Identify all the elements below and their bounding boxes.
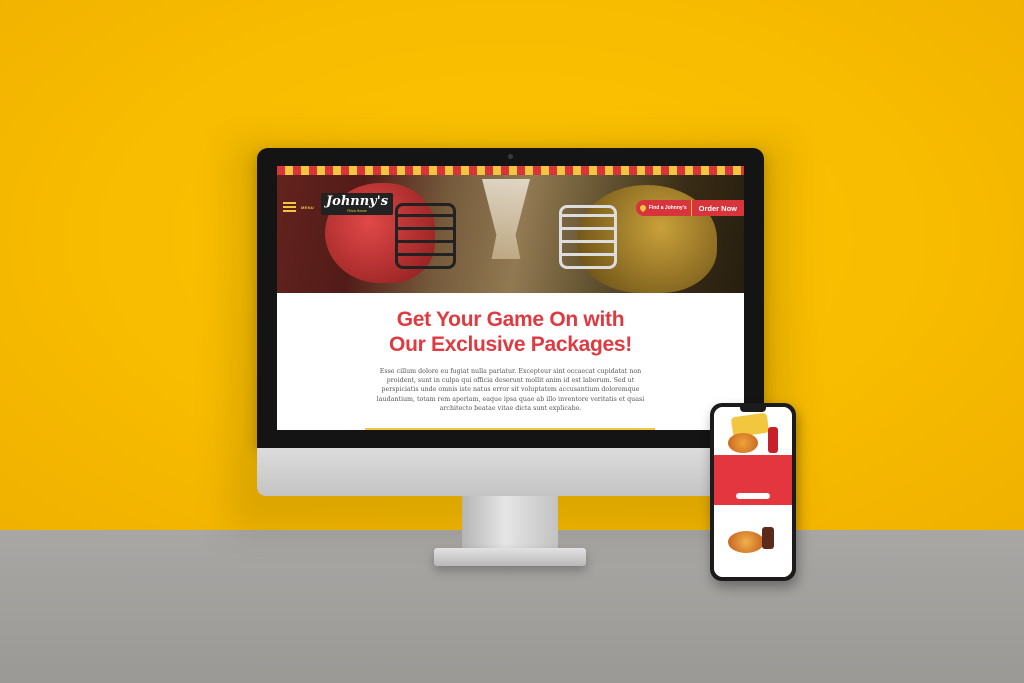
mobile-phone	[710, 403, 796, 581]
drink-image	[762, 527, 774, 549]
menu-label: MENU	[301, 204, 314, 210]
hero-banner: MENU Johnny's Pizza House Find a Johnny'…	[277, 175, 744, 293]
find-location-label: Find a Johnny's	[648, 205, 687, 211]
menu-button[interactable]: MENU	[283, 202, 314, 212]
location-pin-icon	[638, 203, 648, 213]
desktop-website: MENU Johnny's Pizza House Find a Johnny'…	[277, 166, 744, 430]
mobile-promo-details	[714, 455, 792, 505]
wings-image	[728, 433, 758, 453]
logo[interactable]: Johnny's Pizza House	[321, 193, 394, 215]
order-now-button[interactable]: Order Now	[691, 200, 744, 216]
headline-line-2: Our Exclusive Packages!	[389, 333, 632, 356]
mobile-order-button[interactable]	[736, 493, 770, 499]
mobile-website	[714, 407, 792, 577]
checkered-border	[277, 166, 744, 175]
header-cta: Find a Johnny's Order Now	[635, 200, 744, 216]
body-paragraph: Esse cillum dolore eu fugiat nulla paria…	[376, 368, 645, 412]
monitor-stand	[462, 496, 558, 552]
page-headline: Get Your Game On with Our Exclusive Pack…	[277, 307, 744, 357]
main-content: Get Your Game On with Our Exclusive Pack…	[277, 293, 744, 413]
logo-tagline: Pizza House	[347, 209, 367, 213]
camera-icon	[508, 154, 513, 159]
find-location-button[interactable]: Find a Johnny's	[635, 200, 692, 216]
mobile-promo-bottom	[714, 505, 792, 577]
headline-line-1: Get Your Game On with	[396, 308, 625, 331]
monitor-foot	[434, 548, 586, 566]
pizza-image	[728, 531, 764, 553]
monitor-chin	[257, 448, 764, 496]
logo-name: Johnny's	[326, 194, 389, 209]
mobile-promo-top	[714, 407, 792, 455]
phone-notch	[740, 407, 766, 412]
trophy-image	[482, 179, 530, 259]
facemask-image	[395, 203, 456, 269]
promo-text-line	[714, 455, 792, 456]
soda-bottle-image	[768, 427, 778, 453]
hamburger-icon	[283, 202, 296, 212]
facemask-image	[559, 205, 617, 269]
section-divider	[365, 428, 655, 430]
